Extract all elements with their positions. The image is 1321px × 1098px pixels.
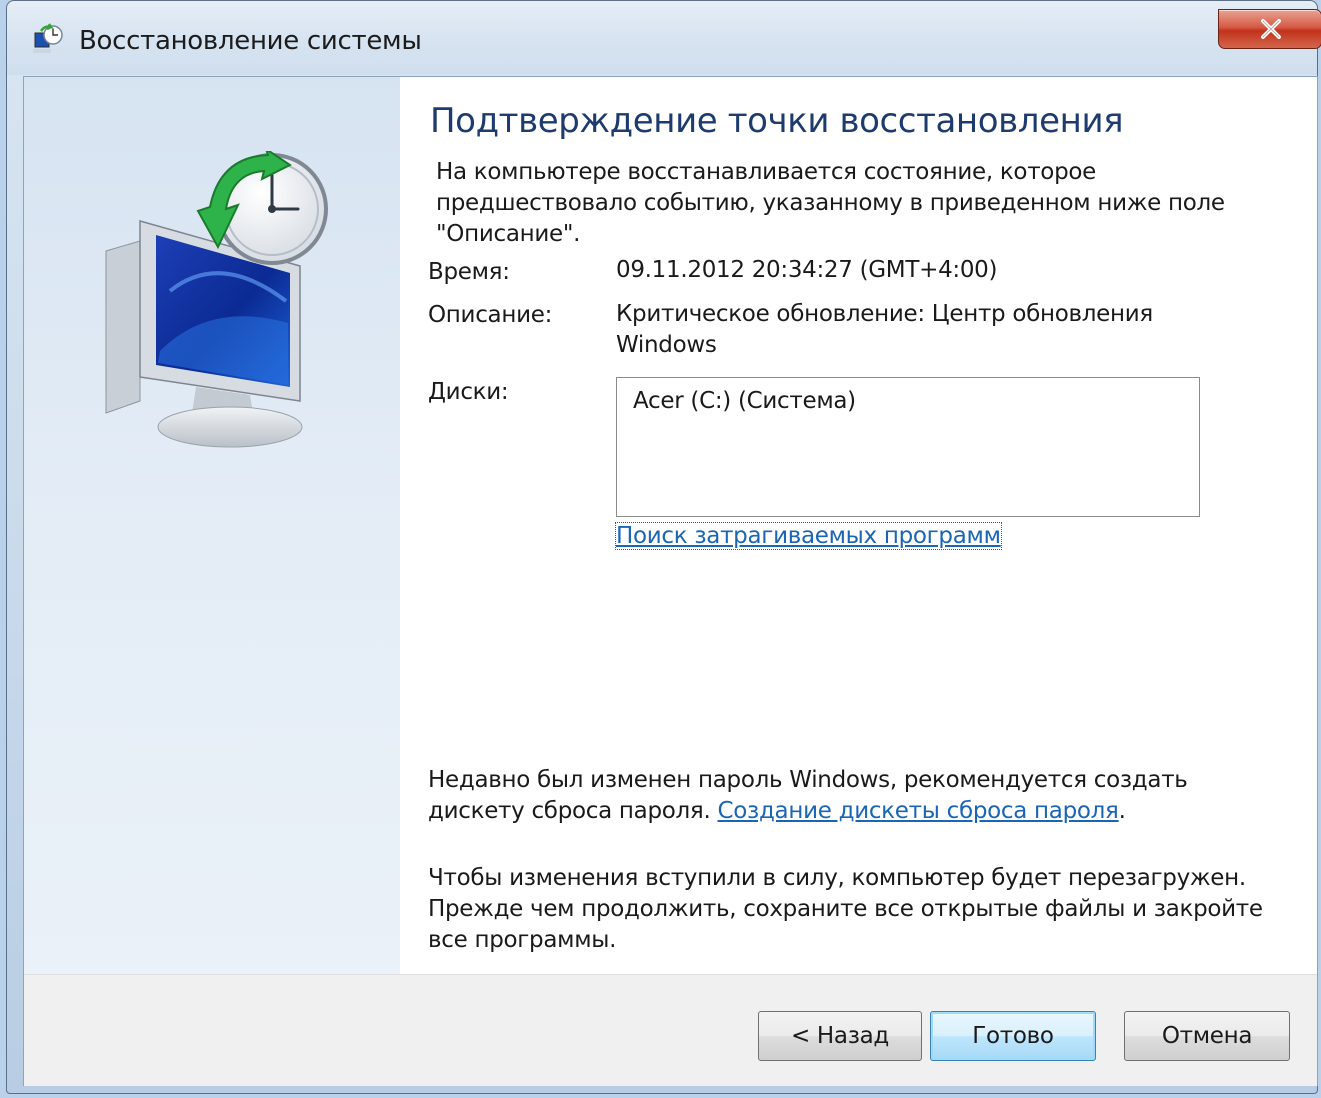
- description-label: Описание:: [428, 302, 553, 328]
- system-restore-icon: [33, 23, 63, 53]
- restart-note: Чтобы изменения вступили в силу, компьют…: [428, 865, 1263, 953]
- button-bar: < Назад Готово Отмена: [24, 974, 1317, 1086]
- client-area: Подтверждение точки восстановления На ко…: [23, 76, 1318, 1086]
- scan-affected-programs-link[interactable]: Поиск затрагиваемых программ: [615, 522, 1002, 550]
- list-item[interactable]: Acer (C:) (Система): [633, 388, 856, 414]
- password-link-suffix: .: [1118, 798, 1126, 824]
- system-restore-window: Восстановление системы Подтверждение точ…: [0, 0, 1321, 1098]
- description-value: Критическое обновление: Центр обновления…: [616, 301, 1153, 358]
- content-pane: Подтверждение точки восстановления На ко…: [400, 77, 1317, 974]
- window-title: Восстановление системы: [79, 26, 422, 56]
- close-icon: [1261, 19, 1281, 39]
- password-note: Недавно был изменен пароль Windows, реко…: [428, 765, 1288, 827]
- finish-button[interactable]: Готово: [930, 1011, 1096, 1061]
- left-banner: [24, 77, 401, 974]
- cancel-button[interactable]: Отмена: [1124, 1011, 1290, 1061]
- time-label: Время:: [428, 259, 510, 285]
- time-value: 09.11.2012 20:34:27 (GMT+4:00): [616, 257, 998, 283]
- drives-label: Диски:: [428, 379, 509, 405]
- drives-list[interactable]: Acer (C:) (Система): [616, 377, 1200, 517]
- create-password-reset-disk-link[interactable]: Создание дискеты сброса пароля: [717, 798, 1118, 824]
- back-button[interactable]: < Назад: [758, 1011, 922, 1061]
- title-bar[interactable]: Восстановление системы: [7, 1, 1321, 75]
- page-title: Подтверждение точки восстановления: [430, 101, 1124, 141]
- intro-text: На компьютере восстанавливается состояни…: [436, 159, 1225, 247]
- system-restore-hero-icon: [105, 151, 328, 448]
- close-button[interactable]: [1218, 9, 1321, 49]
